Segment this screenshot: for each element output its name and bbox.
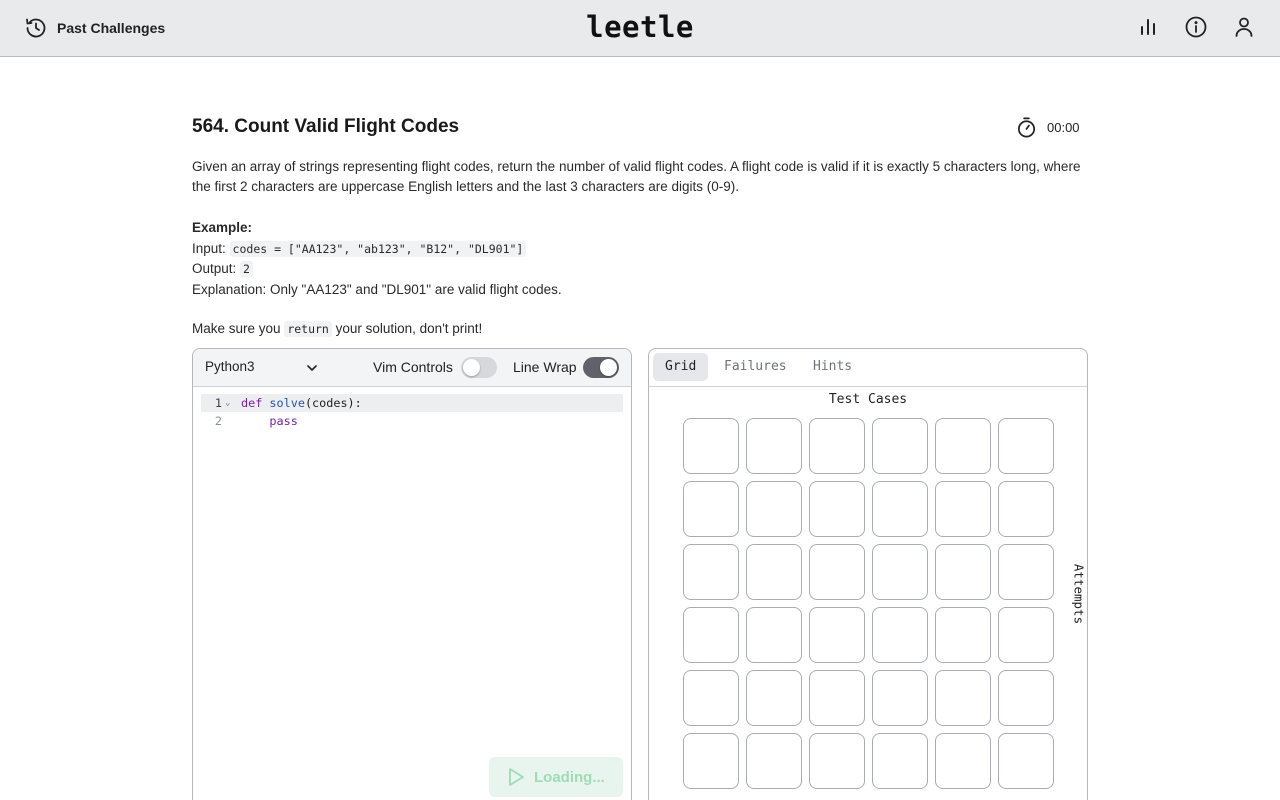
line-wrap-label: Line Wrap bbox=[513, 359, 577, 375]
grid-cell bbox=[935, 481, 991, 537]
grid-cell bbox=[872, 607, 928, 663]
example-explanation: Explanation: Only "AA123" and "DL901" ar… bbox=[192, 282, 562, 298]
input-label: Input: bbox=[192, 240, 226, 256]
grid-cell bbox=[998, 670, 1054, 726]
grid-cell bbox=[809, 670, 865, 726]
grid-cell bbox=[998, 418, 1054, 474]
timer: 00:00 bbox=[1015, 116, 1080, 139]
grid-cell bbox=[809, 418, 865, 474]
history-icon bbox=[26, 18, 46, 38]
grid-cell bbox=[872, 481, 928, 537]
problem-title: 564. Count Valid Flight Codes bbox=[192, 116, 460, 137]
vim-controls-toggle[interactable] bbox=[461, 357, 497, 378]
info-icon bbox=[1185, 16, 1207, 38]
params-token: (codes): bbox=[304, 396, 362, 410]
language-select[interactable]: Python3 bbox=[205, 359, 255, 374]
user-icon bbox=[1235, 17, 1253, 37]
past-challenges-button[interactable]: Past Challenges bbox=[24, 15, 165, 41]
note-code: return bbox=[284, 321, 332, 337]
attempts-grid bbox=[683, 418, 1054, 789]
grid-cell bbox=[683, 418, 739, 474]
keyword-token: def bbox=[241, 396, 263, 410]
grid-cell bbox=[746, 670, 802, 726]
example-input: codes = ["AA123", "ab123", "B12", "DL901… bbox=[229, 240, 527, 257]
run-button[interactable]: Loading... bbox=[489, 757, 623, 797]
chevron-down-icon[interactable] bbox=[305, 361, 319, 375]
grid-cell bbox=[683, 544, 739, 600]
code-text: pass bbox=[241, 412, 298, 430]
indent-token bbox=[241, 414, 269, 428]
code-editor-panel: Python3 Vim Controls Line Wrap 1 ⌄ def s… bbox=[192, 348, 632, 800]
note-prefix: Make sure you bbox=[192, 321, 281, 336]
code-line[interactable]: 2 pass bbox=[201, 412, 623, 430]
grid-cell bbox=[746, 607, 802, 663]
grid-cell bbox=[935, 607, 991, 663]
grid-cell bbox=[998, 481, 1054, 537]
line-wrap-toggle[interactable] bbox=[583, 357, 619, 378]
line-number: 2 bbox=[214, 414, 222, 428]
return-note: Make sure you return your solution, don'… bbox=[192, 319, 482, 339]
run-button-label: Loading... bbox=[534, 768, 605, 786]
vim-controls-label: Vim Controls bbox=[373, 359, 453, 375]
grid-cell bbox=[746, 733, 802, 789]
grid-cell bbox=[683, 607, 739, 663]
play-icon bbox=[509, 768, 524, 786]
function-token: solve bbox=[269, 396, 305, 410]
grid-cell bbox=[809, 607, 865, 663]
grid-cell bbox=[935, 670, 991, 726]
stats-icon bbox=[1141, 19, 1155, 35]
results-tabs: Grid Failures Hints bbox=[649, 349, 1087, 387]
grid-cell bbox=[935, 544, 991, 600]
grid-cell bbox=[683, 481, 739, 537]
code-line[interactable]: 1 ⌄ def solve(codes): bbox=[201, 394, 623, 412]
past-challenges-label: Past Challenges bbox=[57, 20, 166, 36]
tab-hints[interactable]: Hints bbox=[801, 353, 864, 381]
profile-button[interactable] bbox=[1232, 15, 1256, 39]
grid-cell bbox=[935, 733, 991, 789]
fold-arrow-icon[interactable]: ⌄ bbox=[225, 394, 230, 412]
example-block: Example: Input: codes = ["AA123", "ab123… bbox=[192, 218, 562, 301]
attempts-label: Attempts bbox=[1071, 563, 1087, 625]
timer-value: 00:00 bbox=[1047, 120, 1080, 135]
code-text: def solve(codes): bbox=[241, 394, 362, 412]
test-cases-title: Test Cases bbox=[828, 392, 908, 407]
grid-cell bbox=[683, 670, 739, 726]
note-suffix: your solution, don't print! bbox=[335, 321, 483, 336]
grid-cell bbox=[809, 733, 865, 789]
grid-cell bbox=[746, 544, 802, 600]
tab-grid[interactable]: Grid bbox=[653, 353, 709, 381]
grid-cell bbox=[872, 544, 928, 600]
output-label: Output: bbox=[192, 261, 237, 277]
top-bar: Past Challenges leetle bbox=[0, 0, 1280, 57]
example-heading: Example: bbox=[192, 220, 253, 235]
grid-cell bbox=[872, 670, 928, 726]
app-logo: leetle bbox=[586, 10, 694, 44]
grid-cell bbox=[872, 733, 928, 789]
editor-toolbar: Python3 Vim Controls Line Wrap bbox=[193, 349, 631, 387]
results-panel: Grid Failures Hints Test Cases Attempts bbox=[648, 348, 1088, 800]
toggle-knob bbox=[463, 359, 480, 376]
grid-cell bbox=[872, 418, 928, 474]
grid-cell bbox=[746, 418, 802, 474]
toggle-knob bbox=[600, 359, 617, 376]
tab-failures[interactable]: Failures bbox=[712, 353, 799, 381]
grid-cell bbox=[809, 481, 865, 537]
code-area[interactable]: 1 ⌄ def solve(codes): 2 pass bbox=[201, 394, 623, 430]
grid-cell bbox=[998, 733, 1054, 789]
grid-cell bbox=[998, 544, 1054, 600]
grid-cell bbox=[746, 481, 802, 537]
grid-cell bbox=[683, 733, 739, 789]
problem-description: Given an array of strings representing f… bbox=[192, 159, 1081, 194]
example-output: 2 bbox=[240, 261, 253, 278]
grid-cell bbox=[998, 607, 1054, 663]
line-number: 1 bbox=[214, 396, 222, 410]
grid-cell bbox=[809, 544, 865, 600]
keyword-token: pass bbox=[269, 414, 298, 428]
grid-cell bbox=[935, 418, 991, 474]
stats-button[interactable] bbox=[1136, 15, 1160, 39]
stopwatch-icon bbox=[1017, 117, 1036, 138]
info-button[interactable] bbox=[1184, 15, 1208, 39]
